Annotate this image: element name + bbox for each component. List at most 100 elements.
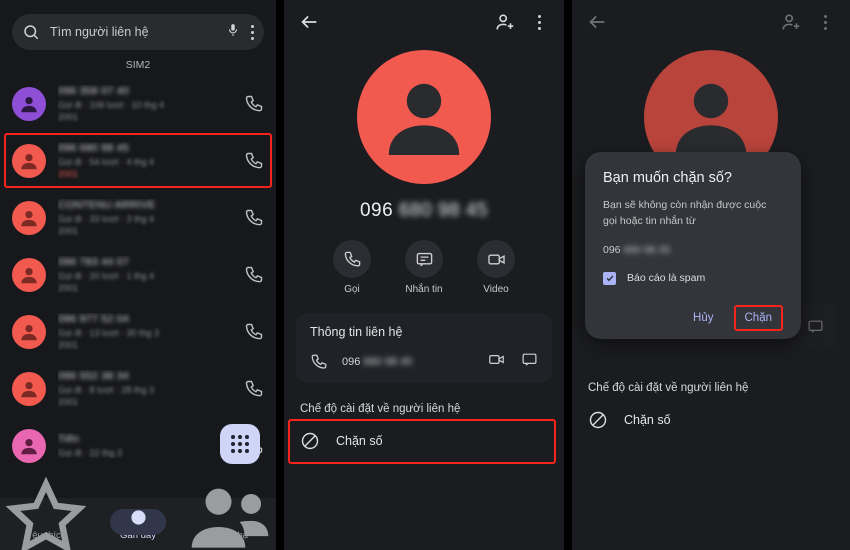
dialog-actions: Hủy Chặn — [603, 304, 783, 331]
action-label: Gọi — [344, 284, 360, 295]
call-detail-2: 2001 — [58, 283, 79, 293]
call-meta: 096 977 52 04 Gọi đi · 13 lượt · 30 thg … — [58, 313, 244, 350]
card-number-visible: 096 — [342, 356, 361, 368]
list-item-selected[interactable]: 096 680 98 45 Gọi đi · 54 lượt · 4 thg 4… — [0, 132, 276, 189]
dialog-phone-number: 096 680 98 45 — [603, 244, 783, 256]
call-detail: Gọi đi · 106 lượt · 10 thg 4 — [58, 100, 164, 110]
search-icon — [22, 23, 40, 41]
call-number: 096 977 52 04 — [58, 313, 130, 325]
contact-settings-label: Chế độ cài đặt về người liên hệ — [588, 382, 749, 394]
phone-icon[interactable] — [244, 94, 264, 114]
dialpad-button[interactable] — [220, 424, 260, 464]
contact-topbar — [284, 0, 564, 44]
block-number-wrapper: Chặn số — [284, 419, 564, 464]
more-vertical-icon[interactable] — [814, 11, 836, 33]
contact-number-blurred: 680 98 45 — [398, 200, 488, 221]
message-icon[interactable] — [521, 351, 538, 373]
call-meta: 096 680 98 45 Gọi đi · 54 lượt · 4 thg 4… — [58, 142, 244, 179]
arrow-back-icon[interactable] — [586, 11, 608, 33]
list-item[interactable]: 096 977 52 04 Gọi đi · 13 lượt · 30 thg … — [0, 303, 276, 360]
avatar — [12, 371, 46, 406]
card-phone-row[interactable]: 096 680 98 45 — [310, 351, 538, 373]
phone-recents-screen: Tìm người liên hệ SIM2 096 358 07 40 Gọi… — [0, 0, 276, 550]
list-item[interactable]: 096 783 44 07 Gọi đi · 20 lượt · 1 thg 4… — [0, 246, 276, 303]
contact-number-visible: 096 — [359, 200, 394, 221]
call-detail-2: 2001 — [58, 112, 79, 122]
call-number: Tiến — [58, 433, 80, 445]
call-meta: Tiến Gọi đi · 22 thg 3 — [58, 433, 244, 458]
card-trailing-icons — [488, 351, 538, 373]
contact-detail-screen: 096 680 98 45 Gọi Nhắn tin Video Thông t… — [284, 0, 564, 550]
call-detail: Gọi đi · 33 lượt · 3 thg 4 — [58, 214, 154, 224]
dialog-title: Bạn muốn chặn số? — [603, 170, 732, 186]
block-number-row[interactable]: Chặn số — [588, 410, 850, 430]
recent-calls-list: 096 358 07 40 Gọi đi · 106 lượt · 10 thg… — [0, 75, 276, 474]
phone-icon[interactable] — [244, 208, 264, 228]
avatar — [12, 143, 46, 178]
call-number: 096 680 98 45 — [58, 142, 130, 154]
person-add-icon[interactable] — [494, 11, 516, 33]
message-icon[interactable] — [807, 318, 824, 340]
contact-topbar — [572, 0, 850, 44]
more-vertical-icon[interactable] — [528, 11, 550, 33]
person-add-icon[interactable] — [780, 11, 802, 33]
call-number: 096 552 38 34 — [58, 370, 130, 382]
phone-icon[interactable] — [244, 322, 264, 342]
action-label: Video — [483, 284, 509, 295]
star-icon — [0, 476, 92, 550]
block-number-dialog: Bạn muốn chặn số? Bạn sẽ không còn nhận … — [585, 152, 801, 339]
search-input[interactable]: Tìm người liên hệ — [50, 25, 226, 39]
dialog-number-blurred: 680 98 45 — [623, 243, 671, 256]
block-number-label: Chặn số — [624, 413, 671, 427]
nav-item-contacts[interactable]: Danh bạ — [184, 488, 276, 548]
cancel-button[interactable]: Hủy — [683, 306, 723, 330]
search-bar[interactable]: Tìm người liên hệ — [12, 14, 264, 50]
person-avatar-icon — [388, 83, 460, 155]
contact-avatar — [357, 50, 491, 184]
contact-info-card: Thông tin liên hệ 096 680 98 45 — [296, 313, 552, 383]
call-meta: 096 552 38 34 Gọi đi · 8 lượt · 28 thg 3… — [58, 370, 244, 407]
call-detail: Gọi đi · 20 lượt · 1 thg 4 — [58, 271, 154, 281]
call-detail: Gọi đi · 13 lượt · 30 thg 3 — [58, 328, 159, 338]
more-vertical-icon[interactable] — [250, 24, 254, 40]
call-detail: Gọi đi · 8 lượt · 28 thg 3 — [58, 385, 154, 395]
card-number-blurred: 680 98 45 — [363, 356, 413, 368]
message-icon — [405, 240, 443, 278]
nav-item-recent[interactable]: Gần đây — [92, 507, 184, 541]
call-meta: CONTENU ARRIVE Gọi đi · 33 lượt · 3 thg … — [58, 199, 244, 236]
video-camera-icon — [477, 240, 515, 278]
phone-icon[interactable] — [244, 379, 264, 399]
block-confirm-screen: 096 680 98 45 Chế độ cài đặt về người li… — [572, 0, 850, 550]
spam-checkbox-row[interactable]: Báo cáo là spam — [603, 271, 783, 285]
confirm-block-button[interactable]: Chặn — [733, 304, 783, 331]
avatar — [12, 86, 46, 121]
list-item[interactable]: CONTENU ARRIVE Gọi đi · 33 lượt · 3 thg … — [0, 189, 276, 246]
block-icon — [588, 410, 608, 430]
nav-item-favourites[interactable]: Yêu thích — [0, 476, 92, 550]
list-item[interactable]: 096 552 38 34 Gọi đi · 8 lượt · 28 thg 3… — [0, 360, 276, 417]
call-detail-2: 2001 — [58, 226, 79, 236]
action-call[interactable]: Gọi — [333, 240, 371, 295]
phone-icon[interactable] — [244, 265, 264, 285]
call-number: 096 358 07 40 — [58, 85, 130, 97]
microphone-icon[interactable] — [226, 23, 240, 41]
block-icon — [300, 431, 320, 451]
video-camera-icon[interactable] — [488, 351, 505, 373]
block-number-row[interactable]: Chặn số — [300, 431, 564, 451]
list-item[interactable]: 096 358 07 40 Gọi đi · 106 lượt · 10 thg… — [0, 75, 276, 132]
arrow-back-icon[interactable] — [298, 11, 320, 33]
action-video[interactable]: Video — [477, 240, 515, 295]
clock-icon — [92, 507, 184, 535]
contact-settings-label: Chế độ cài đặt về người liên hệ — [300, 403, 461, 415]
checkbox-checked-icon[interactable] — [603, 271, 616, 285]
dialog-number-visible: 096 — [603, 243, 621, 256]
phone-icon[interactable] — [244, 151, 264, 171]
call-detail: Gọi đi · 22 thg 3 — [58, 448, 123, 458]
action-message[interactable]: Nhắn tin — [405, 240, 443, 295]
people-icon — [184, 488, 276, 548]
call-number: 096 783 44 07 — [58, 256, 130, 268]
bottom-navigation: Yêu thích Gần đây Danh bạ — [0, 476, 276, 550]
call-number: CONTENU ARRIVE — [58, 199, 156, 211]
dialpad-icon — [231, 435, 249, 453]
dialog-body: Bạn sẽ không còn nhận được cuộc gọi hoặc… — [603, 199, 767, 227]
